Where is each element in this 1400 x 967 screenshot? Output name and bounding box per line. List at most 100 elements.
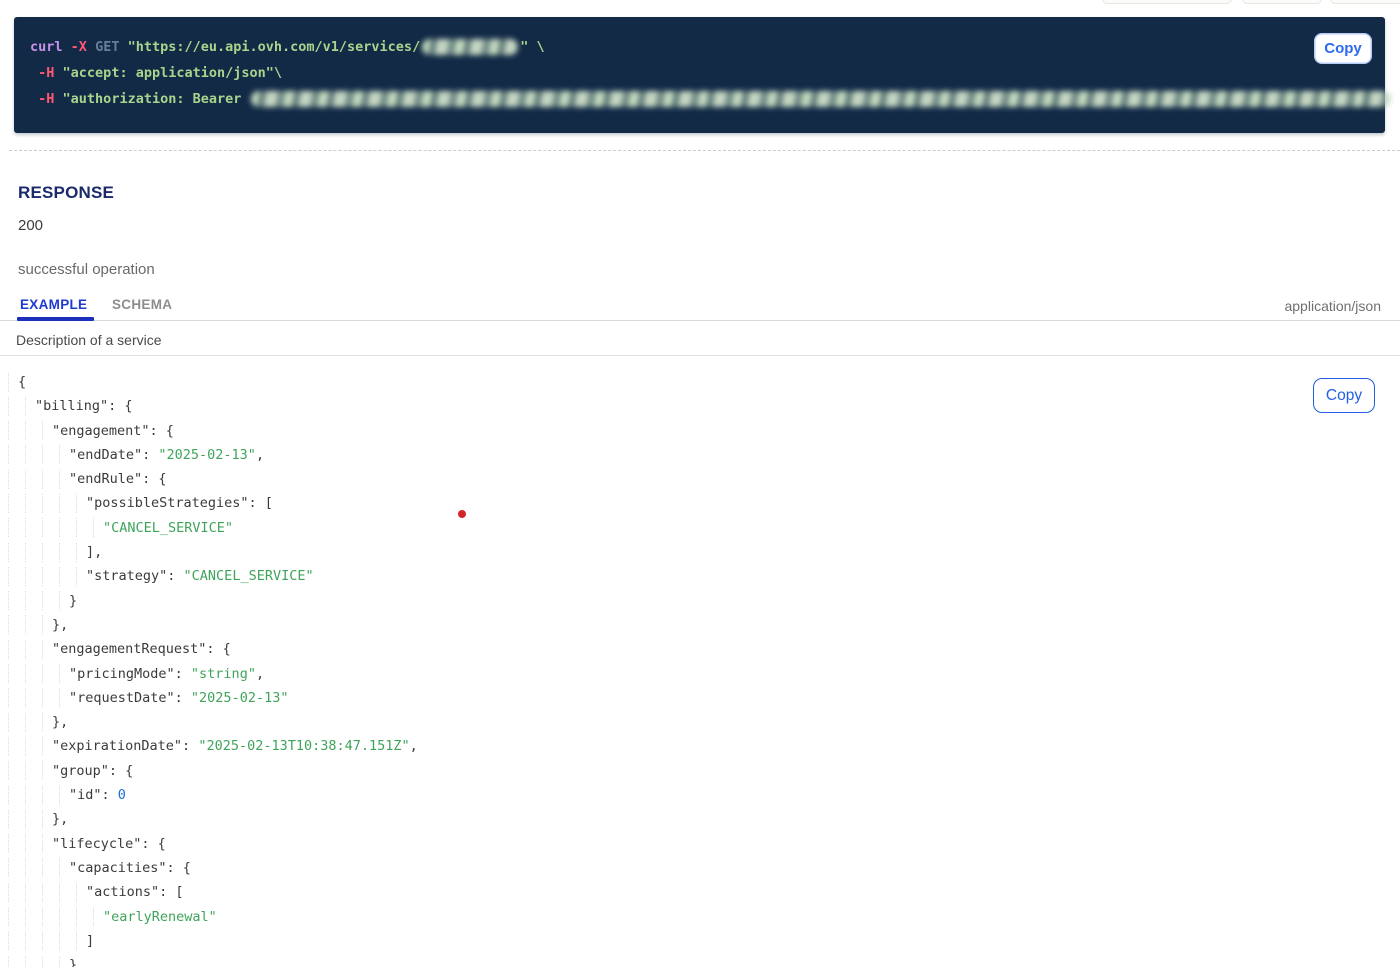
code-token: "engagement": {: [52, 423, 174, 439]
indent-guide: [25, 494, 42, 513]
indent-guide: [42, 470, 59, 489]
indent-guide: [42, 737, 52, 756]
code-line: "expirationDate": "2025-02-13T10:38:47.1…: [8, 734, 1400, 758]
code-token: "requestDate":: [69, 690, 191, 706]
indent-guide: [8, 470, 25, 489]
code-line: -H "accept: application/json"\: [30, 60, 1385, 86]
curl-request-block: curl -X GET "https://eu.api.ovh.com/v1/s…: [14, 17, 1385, 133]
code-token: [30, 91, 38, 107]
indent-guide: [8, 883, 25, 902]
indent-guide: [8, 810, 25, 829]
indent-guide: [42, 615, 52, 634]
indent-guide: [59, 470, 69, 489]
code-token: ,: [410, 738, 418, 754]
indent-guide: [8, 615, 25, 634]
blurred-bearer-token: [251, 91, 1391, 107]
code-line: },: [8, 613, 1400, 637]
code-line: "endRule": {: [8, 467, 1400, 491]
indent-guide: [59, 494, 76, 513]
code-token: "2025-02-13T10:38:47.151Z": [198, 738, 409, 754]
indent-guide: [93, 518, 103, 537]
indent-guide: [8, 737, 25, 756]
example-description-row: Description of a service: [0, 330, 1400, 356]
code-token: [54, 91, 62, 107]
indent-guide: [25, 834, 42, 853]
code-token: "CANCEL_SERVICE": [184, 568, 314, 584]
code-line: "id": 0: [8, 783, 1400, 807]
indent-guide: [8, 956, 25, 967]
code-token: -H: [38, 91, 54, 107]
indent-guide: [76, 518, 93, 537]
code-token: "actions": [: [86, 884, 184, 900]
indent-guide: [76, 494, 86, 513]
active-tab-underline: [17, 317, 94, 321]
content-type-label: application/json: [1284, 298, 1381, 314]
indent-guide: [8, 421, 25, 440]
code-token: 0: [118, 787, 126, 803]
indent-guide: [8, 518, 25, 537]
indent-guide: [76, 931, 86, 950]
indent-guide: [42, 421, 52, 440]
indent-guide: [42, 664, 59, 683]
indent-guide: [42, 688, 59, 707]
indent-guide: [25, 543, 42, 562]
tab-schema[interactable]: SCHEMA: [112, 297, 172, 312]
top-partial-button-3[interactable]: [1330, 0, 1400, 4]
indent-guide: [59, 858, 69, 877]
code-token: },: [52, 714, 68, 730]
code-line: ],: [8, 540, 1400, 564]
copy-request-button[interactable]: Copy: [1314, 33, 1372, 64]
top-partial-button-2[interactable]: [1242, 0, 1322, 4]
indent-guide: [42, 956, 59, 967]
indent-guide: [8, 834, 25, 853]
tab-example[interactable]: EXAMPLE: [20, 297, 87, 312]
indent-guide: [8, 543, 25, 562]
curl-command: curl -X GET "https://eu.api.ovh.com/v1/s…: [14, 17, 1385, 112]
indent-guide: [42, 907, 59, 926]
indent-guide: [42, 640, 52, 659]
code-token: [63, 39, 71, 55]
blurred-service-id: [422, 39, 518, 55]
copy-response-button[interactable]: Copy: [1313, 378, 1375, 413]
code-line: "actions": [: [8, 880, 1400, 904]
indent-guide: [25, 615, 42, 634]
indent-guide: [8, 786, 25, 805]
indent-guide: [25, 713, 42, 732]
indent-guide: [59, 907, 76, 926]
status-message: successful operation: [18, 261, 155, 278]
code-line: "group": {: [8, 759, 1400, 783]
code-token: "CANCEL_SERVICE": [103, 520, 233, 536]
indent-guide: [25, 931, 42, 950]
indent-guide: [25, 567, 42, 586]
code-token: "accept: application/json"\: [63, 65, 282, 81]
code-token: ],: [86, 544, 102, 560]
indent-guide: [42, 518, 59, 537]
indent-guide: [42, 786, 59, 805]
code-token: "string": [191, 666, 256, 682]
code-line: "earlyRenewal": [8, 905, 1400, 929]
indent-guide: [42, 543, 59, 562]
indent-guide: [42, 931, 59, 950]
indent-guide: [8, 688, 25, 707]
json-response-body: {"billing": {"engagement": {"endDate": "…: [0, 370, 1400, 967]
code-token: "engagementRequest": {: [52, 641, 231, 657]
indent-guide: [8, 858, 25, 877]
code-token: [30, 65, 38, 81]
indent-guide: [8, 761, 25, 780]
indent-guide: [93, 907, 103, 926]
code-line: }: [8, 589, 1400, 613]
response-heading: RESPONSE: [18, 183, 114, 203]
indent-guide: [8, 373, 18, 392]
code-token: "https://eu.api.ovh.com/v1/services/: [128, 39, 421, 55]
top-partial-button-1[interactable]: [1102, 0, 1232, 4]
code-line: "engagement": {: [8, 419, 1400, 443]
code-token: },: [52, 617, 68, 633]
code-token: "capacities": {: [69, 860, 191, 876]
code-line: "pricingMode": "string",: [8, 662, 1400, 686]
indent-guide: [8, 591, 25, 610]
code-token: "strategy":: [86, 568, 184, 584]
code-line: "strategy": "CANCEL_SERVICE": [8, 564, 1400, 588]
indent-guide: [59, 591, 69, 610]
indent-guide: [42, 445, 59, 464]
code-token: {: [18, 374, 26, 390]
